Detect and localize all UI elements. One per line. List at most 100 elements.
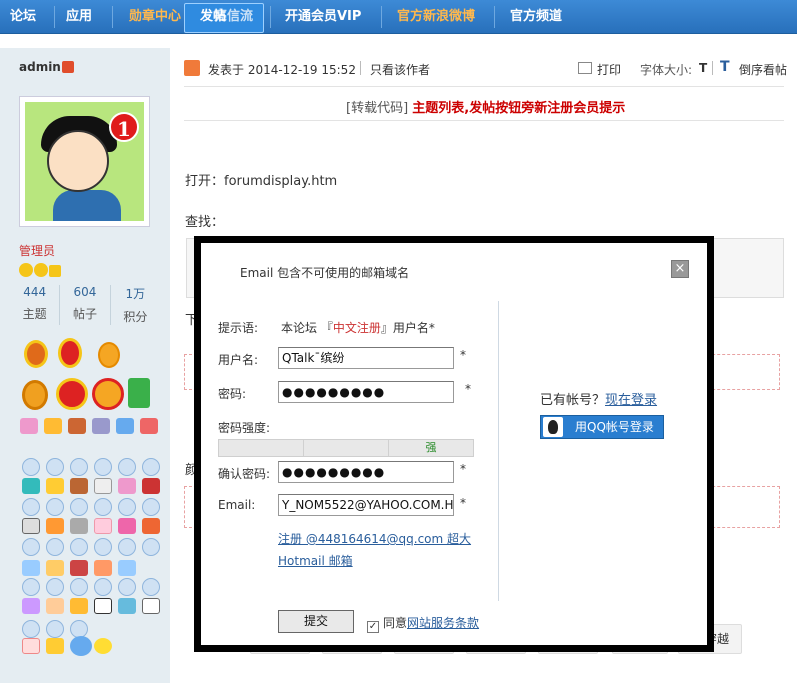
- medal-icon[interactable]: [46, 560, 64, 576]
- submit-button[interactable]: 提交: [278, 610, 354, 633]
- qt-badge-icon[interactable]: [118, 458, 136, 476]
- nav-separator: [381, 6, 382, 28]
- terms-link[interactable]: 网站服务条款: [407, 616, 479, 630]
- reverse-order-link[interactable]: 倒序看帖: [739, 61, 787, 78]
- qt-badge-icon[interactable]: [70, 498, 88, 516]
- qt-badge-icon[interactable]: [46, 538, 64, 556]
- medal-icon[interactable]: [98, 342, 120, 368]
- medal-icon[interactable]: [68, 418, 86, 434]
- medal-icon[interactable]: [116, 418, 134, 434]
- medal-icon[interactable]: [22, 638, 40, 654]
- medal-icon[interactable]: [142, 518, 160, 534]
- only-author-link[interactable]: 只看该作者: [370, 61, 430, 78]
- qt-badge-icon[interactable]: [22, 578, 40, 596]
- medal-icon[interactable]: [94, 598, 112, 614]
- medal-icon[interactable]: [22, 478, 40, 494]
- nav-item-medal-center[interactable]: 勋章中心: [129, 0, 181, 34]
- nav-item-weibo[interactable]: 官方新浪微博: [397, 0, 475, 34]
- medal-icon[interactable]: [94, 518, 112, 534]
- medal-icon[interactable]: [128, 378, 150, 408]
- qt-badge-icon[interactable]: [142, 538, 160, 556]
- login-link[interactable]: 现在登录: [605, 393, 657, 408]
- medal-icon[interactable]: [118, 560, 136, 576]
- qt-badge-icon[interactable]: [70, 458, 88, 476]
- username-input[interactable]: QTalk¯缤纷: [278, 347, 454, 369]
- qt-badge-icon[interactable]: [94, 498, 112, 516]
- qt-badge-icon[interactable]: [118, 538, 136, 556]
- medal-icon[interactable]: [118, 518, 136, 534]
- medal-icon[interactable]: [92, 418, 110, 434]
- agree-checkbox[interactable]: ✓: [367, 621, 379, 633]
- email-input[interactable]: Y_NOM5522@YAHOO.COM.HK: [278, 494, 454, 516]
- medal-icon[interactable]: [24, 340, 48, 368]
- qt-badge-icon[interactable]: [142, 458, 160, 476]
- qt-badge-icon[interactable]: [22, 620, 40, 638]
- medal-icon[interactable]: [46, 478, 64, 494]
- medal-icon[interactable]: [118, 598, 136, 614]
- medal-icon[interactable]: [70, 598, 88, 614]
- medal-icon[interactable]: [70, 478, 88, 494]
- nav-item-official-channel[interactable]: 官方频道: [510, 0, 562, 34]
- qt-badge-icon[interactable]: [46, 578, 64, 596]
- nav-item-flow[interactable]: 亮信流: [214, 0, 253, 34]
- medal-icon[interactable]: [94, 560, 112, 576]
- stat-posts[interactable]: 604 帖子: [60, 285, 111, 325]
- qt-badge-icon[interactable]: [94, 538, 112, 556]
- print-link[interactable]: 打印: [597, 61, 621, 78]
- qq-login-button[interactable]: 用QQ帐号登录: [540, 415, 664, 439]
- medal-icon[interactable]: [22, 598, 40, 614]
- confirm-password-input[interactable]: ●●●●●●●●●: [278, 461, 454, 483]
- qt-badge-icon[interactable]: [22, 498, 40, 516]
- medal-icon[interactable]: [46, 518, 64, 534]
- medal-icon[interactable]: [22, 380, 48, 410]
- tip-link[interactable]: 中文注册: [333, 321, 381, 335]
- medal-icon[interactable]: [22, 560, 40, 576]
- medal-icon[interactable]: [94, 638, 112, 654]
- stat-threads[interactable]: 444 主题: [10, 285, 61, 325]
- medal-icon[interactable]: [142, 478, 160, 494]
- medal-icon[interactable]: [44, 418, 62, 434]
- qt-badge-icon[interactable]: [46, 458, 64, 476]
- close-icon[interactable]: ×: [671, 260, 689, 278]
- password-input[interactable]: ●●●●●●●●●: [278, 381, 454, 403]
- avatar[interactable]: 1: [19, 96, 150, 227]
- qt-badge-icon[interactable]: [22, 458, 40, 476]
- stat-points[interactable]: 1万 积分: [111, 285, 160, 325]
- qt-badge-icon[interactable]: [118, 578, 136, 596]
- medal-icon[interactable]: [142, 598, 160, 614]
- qt-badge-icon[interactable]: [70, 538, 88, 556]
- medal-icon[interactable]: [70, 518, 88, 534]
- medal-icon[interactable]: [20, 418, 38, 434]
- user-role[interactable]: 管理员: [19, 242, 55, 259]
- register-email-link[interactable]: 注册 @448164614@qq.com 超大 Hotmail 邮箱: [278, 528, 478, 572]
- medal-icon[interactable]: [118, 478, 136, 494]
- medal-icon[interactable]: [46, 638, 64, 654]
- medal-icon[interactable]: [58, 338, 82, 368]
- medal-icon[interactable]: [22, 518, 40, 534]
- medal-icon[interactable]: [140, 418, 158, 434]
- qt-badge-icon[interactable]: [142, 498, 160, 516]
- nav-item-vip[interactable]: 开通会员VIP: [285, 0, 361, 34]
- qt-badge-icon[interactable]: [142, 578, 160, 596]
- medal-icon[interactable]: [46, 598, 64, 614]
- printer-icon[interactable]: [578, 62, 592, 74]
- nav-item-apps[interactable]: 应用: [66, 0, 92, 34]
- post-title-tag[interactable]: [转载代码]: [346, 101, 408, 116]
- author-name[interactable]: admin: [19, 60, 61, 74]
- nav-item-forum[interactable]: 论坛: [10, 0, 36, 34]
- qt-badge-icon[interactable]: [94, 458, 112, 476]
- qt-badge-icon[interactable]: [22, 538, 40, 556]
- qt-badge-icon[interactable]: [118, 498, 136, 516]
- tip-text: 本论坛 『中文注册』用户名*: [281, 319, 435, 336]
- email-label: Email:: [218, 498, 256, 512]
- qt-badge-icon[interactable]: [46, 498, 64, 516]
- medal-icon[interactable]: [94, 478, 112, 494]
- qt-badge-icon[interactable]: [46, 620, 64, 638]
- medal-icon[interactable]: [70, 636, 92, 656]
- medal-icon[interactable]: [56, 378, 88, 410]
- qt-badge-icon[interactable]: [70, 578, 88, 596]
- qt-badge-icon[interactable]: [94, 578, 112, 596]
- vip-medal-icon[interactable]: [92, 378, 124, 410]
- medal-icon[interactable]: [70, 560, 88, 576]
- font-size-toggle[interactable]: T: [699, 61, 707, 75]
